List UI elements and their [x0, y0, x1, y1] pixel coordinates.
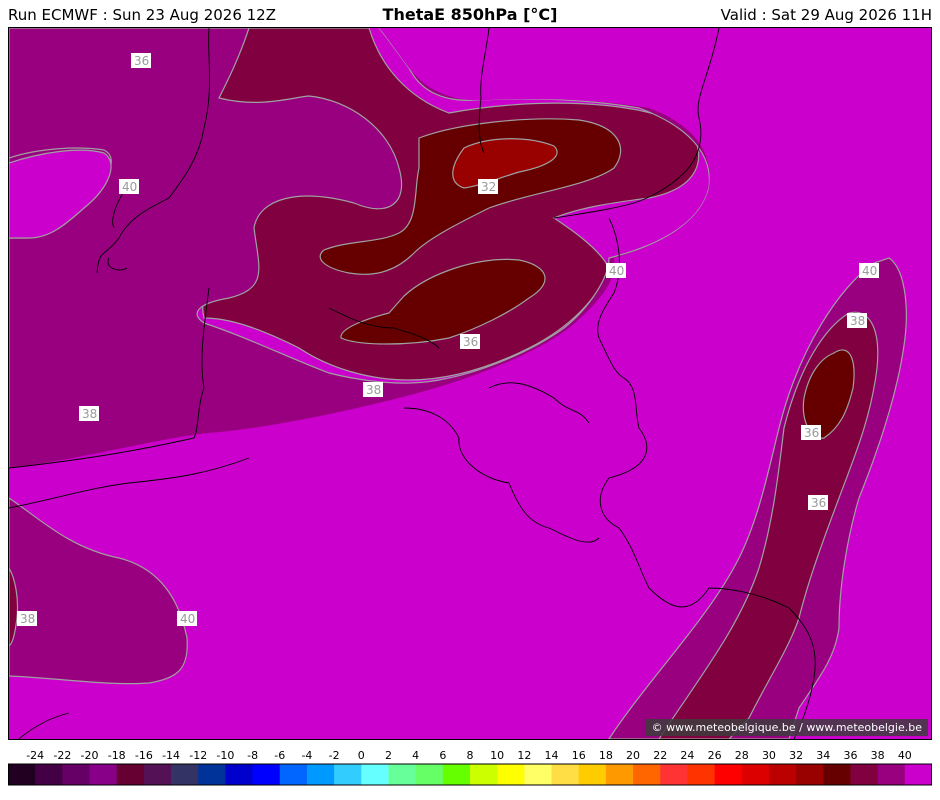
contour-label: 38: [850, 314, 865, 328]
legend-tick-label: -14: [162, 749, 180, 762]
legend-tick-label: -2: [329, 749, 340, 762]
legend-tick-label: 12: [517, 749, 531, 762]
legend-tick-label: 36: [843, 749, 857, 762]
legend-tick-label: -4: [301, 749, 312, 762]
legend-swatch: [904, 764, 932, 785]
legend-swatch: [605, 764, 634, 785]
legend-swatch: [768, 764, 797, 785]
legend-tick-label: -10: [216, 749, 234, 762]
legend-tick-label: 0: [358, 749, 365, 762]
legend-tick-label: 26: [708, 749, 722, 762]
legend-tick-label: 32: [789, 749, 803, 762]
legend-tick-label: 4: [412, 749, 419, 762]
legend-tick-label: 20: [626, 749, 640, 762]
contour-label: 38: [82, 407, 97, 421]
legend-canvas: -24 -22 -20 -18 -16 -14 -12 -10 -8 -6 -4 -2 0 2 4 6 8 10 1…: [8, 749, 932, 786]
contour-label: 40: [122, 180, 137, 194]
contour-label: 36: [811, 496, 826, 510]
legend-swatch: [578, 764, 607, 785]
legend-tick-label: -12: [189, 749, 207, 762]
legend-swatches: [8, 763, 932, 786]
legend-tick-label: -8: [247, 749, 258, 762]
legend-tick-label: 34: [816, 749, 830, 762]
legend-swatch: [415, 764, 444, 785]
legend-tick-label: 30: [762, 749, 776, 762]
legend-tick-label: 24: [680, 749, 694, 762]
legend-swatch: [497, 764, 525, 785]
legend-swatch: [116, 764, 145, 785]
legend-swatch: [470, 764, 498, 785]
contour-label: 40: [609, 264, 624, 278]
legend-tick-label: 28: [735, 749, 749, 762]
contour-label: 40: [180, 612, 195, 626]
legend-swatch: [361, 764, 389, 785]
legend-swatch: [252, 764, 281, 785]
legend-tick-label: 14: [545, 749, 559, 762]
legend-swatch: [8, 764, 36, 785]
contour-label: 36: [804, 426, 819, 440]
legend-swatch: [877, 764, 906, 785]
legend-tick-label: -22: [53, 749, 71, 762]
contour-label: 36: [463, 335, 478, 349]
legend-swatch: [388, 764, 417, 785]
legend-swatch: [279, 764, 308, 785]
legend-tick-label: 6: [439, 749, 446, 762]
legend-tick-label: 16: [572, 749, 586, 762]
credit-text: © www.meteobelgique.be / www.meteobelgie…: [645, 719, 928, 736]
legend-swatch: [823, 764, 851, 785]
legend-swatch: [633, 764, 661, 785]
legend-swatch: [225, 764, 254, 785]
legend-swatch: [714, 764, 743, 785]
contour-label: 32: [481, 180, 496, 194]
legend-swatch: [551, 764, 580, 785]
legend-tick-label: 38: [871, 749, 885, 762]
legend-swatch: [741, 764, 770, 785]
legend-swatch: [660, 764, 688, 785]
color-legend: -24 -22 -20 -18 -16 -14 -12 -10 -8 -6 -4 -2 0 2 4 6 8 10 1…: [8, 746, 932, 786]
legend-swatch: [171, 764, 199, 785]
legend-swatch: [62, 764, 91, 785]
legend-tick-label: 18: [599, 749, 613, 762]
legend-swatch: [796, 764, 824, 785]
legend-tick-label: -6: [274, 749, 285, 762]
legend-swatch: [687, 764, 716, 785]
legend-tick-label: -16: [135, 749, 153, 762]
legend-tick-label: 10: [490, 749, 504, 762]
legend-ticks: -24 -22 -20 -18 -16 -14 -12 -10 -8 -6 -4 -2 0 2 4 6 8 10 1…: [26, 749, 912, 762]
contour-label: 38: [366, 383, 381, 397]
legend-tick-label: 22: [653, 749, 667, 762]
legend-swatch: [850, 764, 879, 785]
legend-swatch: [334, 764, 362, 785]
legend-swatch: [89, 764, 118, 785]
legend-tick-label: -24: [26, 749, 44, 762]
legend-swatch: [442, 764, 471, 785]
contour-label: 36: [134, 54, 149, 68]
weather-map: 36 40 32 40 40 38 36 38 38 36 36 38 40 © www.meteobe…: [8, 27, 932, 740]
legend-swatch: [524, 764, 553, 785]
map-canvas: 36 40 32 40 40 38 36 38 38 36 36 38 40: [9, 28, 931, 739]
legend-swatch: [143, 764, 172, 785]
legend-tick-label: -18: [108, 749, 126, 762]
legend-tick-label: 8: [467, 749, 474, 762]
contour-label: 38: [20, 612, 35, 626]
contour-label: 40: [862, 264, 877, 278]
legend-tick-label: 2: [385, 749, 392, 762]
valid-time: Valid : Sat 29 Aug 2026 11H: [720, 6, 932, 24]
legend-tick-label: -20: [81, 749, 99, 762]
legend-swatch: [35, 764, 63, 785]
legend-swatch: [198, 764, 226, 785]
legend-swatch: [306, 764, 335, 785]
legend-tick-label: 40: [898, 749, 912, 762]
